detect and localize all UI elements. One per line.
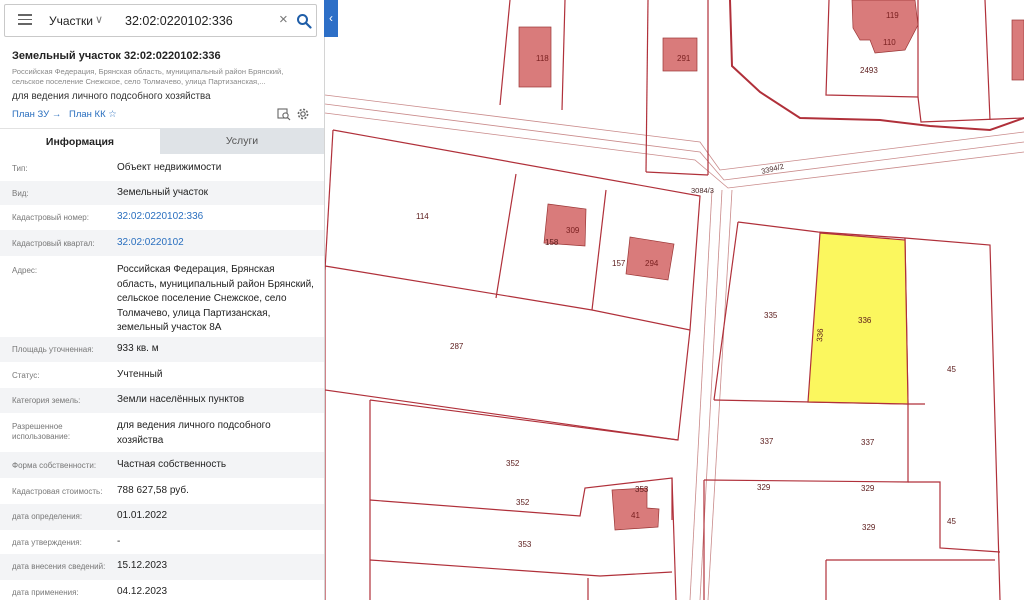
- info-value: 01.01.2022: [117, 510, 168, 521]
- parcel-label: 337: [861, 438, 875, 447]
- info-value: 04.12.2023: [117, 586, 168, 597]
- collapse-panel-button[interactable]: ‹: [324, 0, 338, 37]
- parcel-label-selected: 336: [858, 316, 872, 325]
- star-icon[interactable]: ☆: [108, 109, 117, 120]
- cadastral-quarter-link[interactable]: 32:02:0220102: [117, 236, 317, 251]
- info-label: Кадастровый квартал:: [12, 239, 95, 248]
- info-row: Адрес: Российская Федерация, Брянская об…: [0, 256, 324, 337]
- parcel-label: 114: [416, 212, 429, 221]
- info-row: Площадь уточненная: 933 кв. м: [0, 337, 324, 362]
- info-value: для ведения личного подсобного хозяйства: [117, 420, 271, 446]
- info-label: Разрешенное использование:: [12, 422, 71, 441]
- parcel-label: 287: [450, 342, 464, 351]
- cadastral-number-link[interactable]: 32:02:0220102:336: [117, 210, 317, 225]
- info-label: Кадастровый номер:: [12, 213, 89, 222]
- info-row: дата внесения сведений: 15.12.2023: [0, 554, 324, 580]
- parcel-label: 353: [635, 485, 649, 494]
- search-input[interactable]: [125, 11, 275, 31]
- info-label: дата внесения сведений:: [12, 562, 106, 571]
- info-value: Учтенный: [117, 369, 163, 380]
- parcel-label: 353: [518, 540, 532, 549]
- info-label: Кадастровая стоимость:: [12, 487, 103, 496]
- info-row: дата утверждения: -: [0, 530, 324, 554]
- plan-zu-label: План ЗУ: [12, 109, 50, 120]
- info-value: 15.12.2023: [117, 560, 168, 571]
- menu-icon[interactable]: [18, 14, 32, 28]
- building-label: 41: [631, 511, 640, 520]
- info-panel: Участки ∨ × Земельный участок 32:02:0220…: [0, 0, 325, 600]
- tab-information[interactable]: Информация: [0, 128, 160, 155]
- arrow-right-icon: →: [51, 109, 62, 120]
- parcel-use: для ведения личного подсобного хозяйства: [12, 91, 211, 102]
- street-label: 3084/3: [691, 186, 714, 195]
- info-row: Кадастровая стоимость: 788 627,58 руб.: [0, 478, 324, 504]
- info-value-address: Российская Федерация, Брянская область, …: [117, 264, 314, 333]
- info-label: Вид:: [12, 189, 29, 198]
- plan-kk-link[interactable]: План КК ☆: [69, 109, 117, 120]
- settings-icon[interactable]: [296, 107, 310, 121]
- parcel-label: 329: [757, 483, 771, 492]
- info-label: дата утверждения:: [12, 538, 82, 547]
- info-label: Форма собственности:: [12, 461, 97, 470]
- chevron-down-icon[interactable]: ∨: [95, 13, 103, 26]
- info-row: Разрешенное использование: для ведения л…: [0, 413, 324, 452]
- search-icon[interactable]: [296, 13, 312, 29]
- building-label: 119: [886, 11, 899, 20]
- info-label: Площадь уточненная:: [12, 345, 94, 354]
- building-label: 294: [645, 259, 659, 268]
- chevron-left-icon: ‹: [329, 11, 333, 25]
- parcel-label: 45: [947, 517, 956, 526]
- info-row: Кадастровый номер: 32:02:0220102:336: [0, 205, 324, 230]
- parcel-label: 158: [545, 238, 559, 247]
- info-label: Тип:: [12, 164, 28, 173]
- info-row: дата применения: 04.12.2023: [0, 580, 324, 600]
- building-label: 291: [677, 54, 691, 63]
- info-row: Тип: Объект недвижимости: [0, 155, 324, 181]
- info-row: Форма собственности: Частная собственнос…: [0, 452, 324, 478]
- info-label: Адрес:: [12, 266, 38, 275]
- info-row: дата определения: 01.01.2022: [0, 504, 324, 530]
- info-row: Статус: Учтенный: [0, 362, 324, 388]
- plan-kk-label: План КК: [69, 109, 106, 120]
- parcel-label: 45: [947, 365, 956, 374]
- info-value: 933 кв. м: [117, 343, 159, 354]
- parcel-label: 337: [760, 437, 774, 446]
- info-value: Земли населённых пунктов: [117, 394, 245, 405]
- building-label: 110: [883, 38, 896, 47]
- info-value: Объект недвижимости: [117, 162, 222, 173]
- parcel-label: 352: [516, 498, 530, 507]
- plan-zu-link[interactable]: План ЗУ →: [12, 109, 61, 120]
- parcel-label: 329: [862, 523, 876, 532]
- info-row: Категория земель: Земли населённых пункт…: [0, 388, 324, 413]
- info-label: дата применения:: [12, 588, 79, 597]
- parcel-address-short: Российская Федерация, Брянская область, …: [12, 67, 284, 86]
- info-label: Категория земель:: [12, 396, 81, 405]
- parcel-label: 335: [764, 311, 778, 320]
- building-label: 309: [566, 226, 580, 235]
- zoom-to-object-icon[interactable]: [277, 107, 291, 121]
- close-icon[interactable]: ×: [279, 11, 288, 28]
- info-row: Кадастровый квартал: 32:02:0220102: [0, 230, 324, 256]
- info-row: Вид: Земельный участок: [0, 181, 324, 205]
- info-value: 788 627,58 руб.: [117, 485, 189, 496]
- parcel-label: 2493: [860, 66, 878, 75]
- parcel-label-selected-side: 336: [815, 328, 825, 343]
- parcel-label: 329: [861, 484, 875, 493]
- parcel-label: 352: [506, 459, 520, 468]
- panel-tabs: Информация Услуги: [0, 128, 324, 155]
- info-value: -: [117, 536, 121, 547]
- tab-services[interactable]: Услуги: [160, 128, 324, 154]
- info-label: Статус:: [12, 371, 40, 380]
- info-value: Частная собственность: [117, 459, 227, 470]
- info-label: дата определения:: [12, 512, 83, 521]
- parcel-label: 157: [612, 259, 626, 268]
- parcel-title: Земельный участок 32:02:0220102:336: [12, 50, 221, 62]
- layer-select[interactable]: Участки: [49, 14, 93, 28]
- search-bar: Участки ∨ ×: [4, 4, 317, 37]
- building-label: 118: [536, 54, 549, 63]
- info-value: Земельный участок: [117, 187, 209, 198]
